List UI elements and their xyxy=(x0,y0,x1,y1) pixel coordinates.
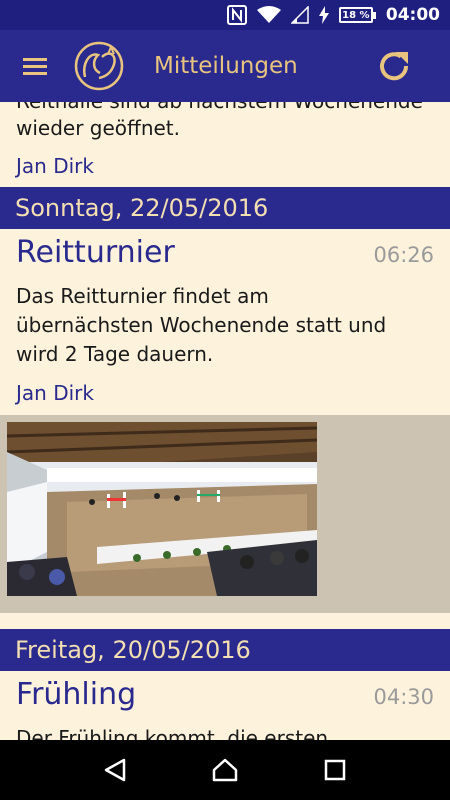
battery-icon: 18 % xyxy=(338,7,376,23)
partial-post[interactable]: Reithalle sind ab nächstem Wochenende wi… xyxy=(0,102,450,187)
post-time: 06:26 xyxy=(373,243,434,267)
signal-icon xyxy=(290,6,309,24)
back-triangle-icon xyxy=(104,758,126,782)
post-text-clipped: Reithalle sind ab nächstem Wochenende xyxy=(16,102,423,116)
post-title: Reitturnier xyxy=(16,235,175,270)
menu-button[interactable] xyxy=(0,30,70,102)
status-bar: 18 % 04:00 xyxy=(0,0,450,30)
refresh-icon xyxy=(380,52,409,81)
home-icon xyxy=(212,758,238,782)
post-title: Frühling xyxy=(16,677,137,712)
nfc-icon xyxy=(226,5,247,25)
clock: 04:00 xyxy=(385,5,440,25)
page-title: Mitteilungen xyxy=(154,53,298,79)
post-photo[interactable] xyxy=(6,422,318,596)
post-text: wieder geöffnet. xyxy=(16,116,180,140)
charging-icon xyxy=(318,6,329,24)
battery-percentage: 18 % xyxy=(342,9,370,21)
post-author[interactable]: Jan Dirk xyxy=(0,381,450,405)
post-text: Das Reitturnier findet am übernächsten W… xyxy=(16,284,387,366)
post-card[interactable]: Reitturnier 06:26 Das Reitturnier findet… xyxy=(0,235,450,613)
date-header: Sonntag, 22/05/2016 xyxy=(0,187,450,229)
app-bar: Mitteilungen xyxy=(0,30,450,102)
post-card[interactable]: Frühling 04:30 Der Frühling kommt, die e… xyxy=(0,677,450,740)
post-author[interactable]: Jan Dirk xyxy=(0,153,450,187)
message-feed[interactable]: Reithalle sind ab nächstem Wochenende wi… xyxy=(0,102,450,740)
hamburger-menu-icon xyxy=(23,58,47,75)
back-button[interactable] xyxy=(90,745,140,795)
refresh-button[interactable] xyxy=(374,46,414,86)
home-button[interactable] xyxy=(200,745,250,795)
post-text: Der Frühling kommt, die ersten Weiden xyxy=(16,726,329,740)
horse-logo-icon xyxy=(72,39,126,93)
navigation-bar xyxy=(0,740,450,800)
recents-button[interactable] xyxy=(310,745,360,795)
recents-square-icon xyxy=(324,759,346,781)
post-time: 04:30 xyxy=(373,685,434,709)
date-header: Freitag, 20/05/2016 xyxy=(0,629,450,671)
post-photo-strip xyxy=(0,415,450,613)
wifi-icon xyxy=(256,6,281,24)
